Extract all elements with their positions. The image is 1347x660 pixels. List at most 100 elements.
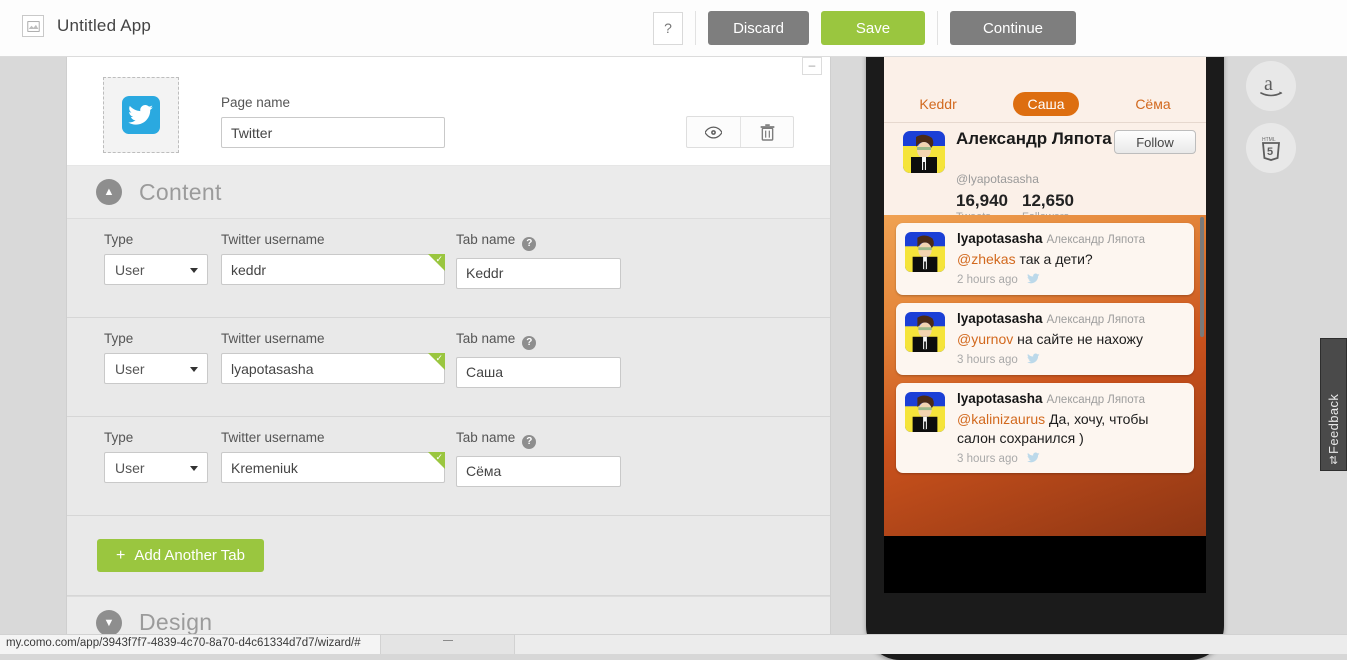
discard-button[interactable]: Discard xyxy=(708,11,809,45)
eye-icon[interactable] xyxy=(687,117,740,147)
tweet-realname: Александр Ляпота xyxy=(1046,394,1145,406)
preview-tab-sema[interactable]: Сёма xyxy=(1121,92,1184,116)
phone-preview-frame: Keddr Саша Сёма Александр Ляпота @lyapot… xyxy=(866,0,1224,660)
browser-status-bar: my.como.com/app/3943f7f7-4839-4c70-8a70-… xyxy=(0,634,1347,654)
save-button[interactable]: Save xyxy=(821,11,925,45)
section-header-content[interactable]: ▲ Content xyxy=(67,166,830,219)
tweet-mention[interactable]: @zhekas xyxy=(957,251,1016,267)
tweet-username: lyapotasasha xyxy=(957,391,1043,406)
avatar xyxy=(905,392,945,432)
type-select[interactable]: User xyxy=(104,452,208,483)
toolbar-divider-left xyxy=(695,11,696,45)
tweet-timestamp: 2 hours ago xyxy=(957,274,1018,286)
list-item[interactable]: lyapotasasha Александр Ляпота @kalinizaur… xyxy=(896,383,1194,473)
tweet-username: lyapotasasha xyxy=(957,231,1043,246)
tweet-mention[interactable]: @kalinizaurus xyxy=(957,411,1045,427)
app-brand: Untitled App xyxy=(22,15,151,37)
tweet-text: на сайте не нахожу xyxy=(1013,331,1143,347)
username-label: Twitter username xyxy=(221,232,325,247)
preview-tab-strip: Keddr Саша Сёма xyxy=(884,85,1206,123)
page-name-input[interactable] xyxy=(221,117,445,148)
type-label: Type xyxy=(104,232,134,247)
add-another-tab-label: Add Another Tab xyxy=(134,547,245,564)
type-group: Type User xyxy=(104,430,208,483)
svg-text:5: 5 xyxy=(1267,146,1273,158)
table-row: Type User Twitter username ✓ Tab name xyxy=(67,417,830,516)
section-title-design: Design xyxy=(139,609,213,635)
resize-arrows-icon: ⇅ xyxy=(1328,455,1339,467)
type-group: Type User xyxy=(104,331,208,384)
avatar xyxy=(903,131,945,173)
twitter-icon xyxy=(1027,272,1040,288)
followers-count: 12,650 xyxy=(1022,191,1074,210)
tweet-mention[interactable]: @yurnov xyxy=(957,331,1013,347)
tab-name-input[interactable] xyxy=(456,455,621,487)
avatar xyxy=(905,232,945,272)
plus-icon: + xyxy=(116,546,126,564)
twitter-icon xyxy=(1027,352,1040,368)
help-icon[interactable]: ? xyxy=(522,434,537,449)
twitter-username-input[interactable] xyxy=(221,452,445,483)
username-label: Twitter username xyxy=(221,430,325,445)
svg-text:a: a xyxy=(1264,73,1273,95)
chevron-down-icon xyxy=(190,466,198,471)
app-preview-screen: Keddr Саша Сёма Александр Ляпота @lyapot… xyxy=(884,0,1206,536)
feed-scrollbar[interactable] xyxy=(1200,217,1204,337)
html5-icon[interactable]: HTML 5 xyxy=(1246,123,1296,173)
type-group: Type User xyxy=(104,232,208,285)
tweet-realname: Александр Ляпота xyxy=(1046,234,1145,246)
preview-tab-sasha[interactable]: Саша xyxy=(1013,91,1079,116)
feedback-tab[interactable]: Feedback ⇅ xyxy=(1320,338,1347,471)
tabname-label-text: Tab name xyxy=(456,232,516,247)
status-bar-dash xyxy=(443,640,453,641)
type-select[interactable]: User xyxy=(104,254,208,285)
left-gutter xyxy=(0,57,66,654)
preview-tab-keddr[interactable]: Keddr xyxy=(905,92,970,116)
page-header-section: – Page name xyxy=(67,57,830,166)
page-header-tools xyxy=(686,116,794,148)
preview-tweet-feed[interactable]: lyapotasasha Александр Ляпота @zhekas так… xyxy=(884,215,1206,536)
help-icon[interactable]: ? xyxy=(522,335,537,350)
twitter-username-input[interactable] xyxy=(221,353,445,384)
tab-name-input[interactable] xyxy=(456,257,621,289)
minimize-panel-button[interactable]: – xyxy=(802,57,822,75)
chevron-up-icon: ▲ xyxy=(96,179,122,205)
tabname-group: Tab name? xyxy=(456,232,621,289)
page-name-label: Page name xyxy=(221,95,291,110)
page-title: Untitled App xyxy=(57,16,152,35)
follow-button[interactable]: Follow xyxy=(1114,130,1196,154)
type-label: Type xyxy=(104,331,134,346)
content-section-body: Type User Twitter username ✓ Tab name xyxy=(67,219,830,596)
preview-profile-name: Александр Ляпота xyxy=(956,129,1112,148)
tweet-username: lyapotasasha xyxy=(957,311,1043,326)
list-item[interactable]: lyapotasasha Александр Ляпота @zhekas так… xyxy=(896,223,1194,295)
tweet-realname: Александр Ляпота xyxy=(1046,314,1145,326)
section-title-content: Content xyxy=(139,178,222,205)
type-select-value: User xyxy=(115,459,145,476)
type-label: Type xyxy=(104,430,134,445)
tabname-label: Tab name? xyxy=(456,430,621,449)
type-select-value: User xyxy=(115,360,145,377)
chevron-down-icon xyxy=(190,367,198,372)
tabname-group: Tab name? xyxy=(456,331,621,388)
tweet-timestamp: 3 hours ago xyxy=(957,453,1018,465)
tweets-count: 16,940 xyxy=(956,191,1008,210)
list-item[interactable]: lyapotasasha Александр Ляпота @yurnov на … xyxy=(896,303,1194,375)
trash-icon[interactable] xyxy=(740,117,793,147)
type-select-value: User xyxy=(115,261,145,278)
image-placeholder-icon[interactable] xyxy=(22,15,44,37)
type-select[interactable]: User xyxy=(104,353,208,384)
page-icon-dropzone[interactable] xyxy=(103,77,179,153)
chevron-down-icon: ▼ xyxy=(96,609,122,636)
table-row: Type User Twitter username ✓ Tab name xyxy=(67,219,830,318)
username-group: Twitter username ✓ xyxy=(221,430,445,483)
amazon-icon[interactable]: a xyxy=(1246,61,1296,111)
continue-button[interactable]: Continue xyxy=(950,11,1076,45)
toolbar-actions: ? Discard Save Continue xyxy=(653,11,1076,45)
help-icon[interactable]: ? xyxy=(522,236,537,251)
add-another-tab-button[interactable]: + Add Another Tab xyxy=(97,539,264,572)
tabname-group: Tab name? xyxy=(456,430,621,487)
help-button[interactable]: ? xyxy=(653,11,683,45)
twitter-username-input[interactable] xyxy=(221,254,445,285)
tab-name-input[interactable] xyxy=(456,356,621,388)
